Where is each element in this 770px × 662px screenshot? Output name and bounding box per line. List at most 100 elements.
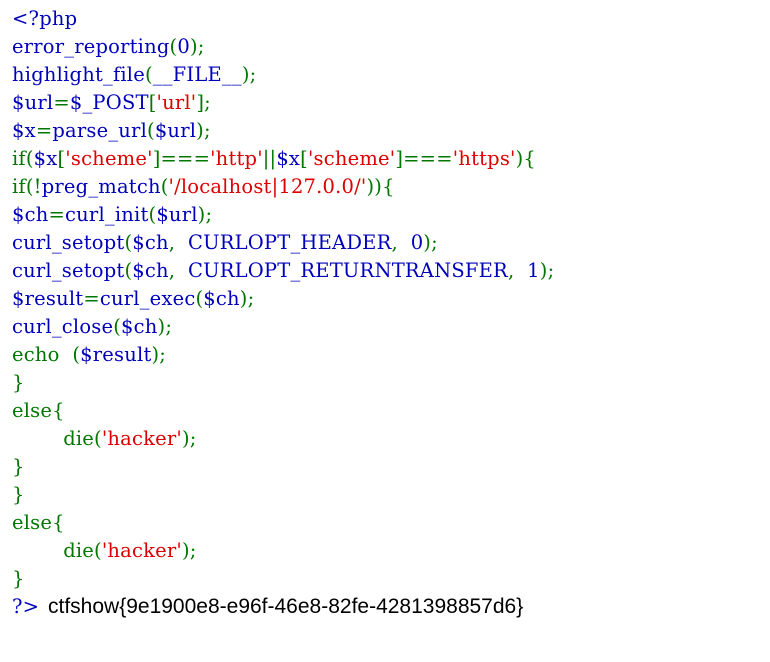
code-line: $ch=curl_init($url); (12, 201, 554, 229)
code-line: echo ($result); (12, 341, 554, 369)
code-token-keyword: ]; (196, 91, 211, 114)
code-token-default: curl_init (65, 203, 149, 226)
code-token-default: $result (80, 343, 152, 366)
code-token-keyword: ); (157, 315, 173, 338)
code-token-keyword: , (391, 231, 411, 254)
code-token-string: '/localhost|127.0.0/' (168, 175, 367, 198)
code-token-string: 'http' (210, 147, 263, 170)
code-token-default: $x (12, 119, 36, 142)
code-token-keyword: = (83, 287, 100, 310)
code-token-keyword: ( (144, 63, 153, 86)
code-token-keyword: ( (160, 175, 169, 198)
code-token-default: 0 (177, 35, 190, 58)
code-token-default: error_reporting (12, 35, 170, 58)
code-line: curl_close($ch); (12, 313, 554, 341)
code-token-default: 1 (527, 259, 540, 282)
code-line: } (12, 481, 554, 509)
code-token-default: $ch (203, 287, 240, 310)
code-line: highlight_file(__FILE__); (12, 61, 554, 89)
code-token-keyword: die( (12, 427, 102, 450)
code-token-keyword: || (262, 147, 277, 170)
code-line: if(!preg_match('/localhost|127.0.0/')){ (12, 173, 554, 201)
code-line: } (12, 369, 554, 397)
code-token-keyword: if(! (12, 175, 42, 198)
code-token-default: $ch (121, 315, 158, 338)
code-token-keyword: } (12, 567, 25, 590)
code-token-keyword: , (507, 259, 528, 282)
code-token-keyword: ]=== (395, 147, 453, 170)
code-line: error_reporting(0); (12, 33, 554, 61)
code-token-default: highlight_file (12, 63, 145, 86)
code-token-keyword: else{ (12, 399, 65, 422)
code-token-default: $ch (132, 231, 169, 254)
code-token-string: 'url' (156, 91, 197, 114)
code-token-keyword: ); (241, 63, 257, 86)
code-token-keyword: ); (181, 427, 197, 450)
code-line: <?php (12, 5, 554, 33)
code-token-default: CURLOPT_HEADER (187, 231, 392, 254)
code-token-default: $url (12, 91, 54, 114)
code-token-default: $_POST (69, 91, 149, 114)
code-token-default: <?php (12, 7, 78, 30)
code-token-keyword: ]=== (152, 147, 211, 170)
code-token-default: preg_match (41, 175, 161, 198)
code-token-default: $result (12, 287, 84, 310)
code-token-default: $url (154, 119, 197, 142)
code-token-string: 'hacker' (101, 539, 182, 562)
code-line: else{ (12, 397, 554, 425)
code-line: die('hacker'); (12, 425, 554, 453)
code-token-string: 'hacker' (101, 427, 182, 450)
code-token-default: curl_setopt (12, 231, 125, 254)
code-token-default: $x (33, 147, 58, 170)
code-token-keyword: ); (539, 259, 555, 282)
page: <?php error_reporting(0); highlight_file(_… (0, 0, 770, 662)
code-line: else{ (12, 509, 554, 537)
code-token-keyword: ); (197, 203, 213, 226)
code-line: } (12, 453, 554, 481)
code-token-keyword: = (35, 119, 53, 142)
code-token-keyword: die( (12, 539, 102, 562)
code-token-keyword: , (168, 231, 188, 254)
code-token-keyword: if( (12, 147, 34, 170)
code-token-keyword: echo ( (12, 343, 81, 366)
code-token-keyword: = (53, 91, 70, 114)
code-token-keyword: } (12, 455, 25, 478)
code-token-keyword: = (48, 203, 66, 226)
code-token-keyword: ); (196, 119, 211, 142)
code-token-keyword: ( (147, 119, 155, 142)
code-token-keyword: ){ (515, 147, 537, 170)
code-token-keyword: else{ (12, 511, 65, 534)
code-token-keyword: )){ (366, 175, 395, 198)
php-source-code: <?php error_reporting(0); highlight_file(_… (12, 5, 554, 621)
code-token-string: 'scheme' (307, 147, 396, 170)
code-line: curl_setopt($ch, CURLOPT_RETURNTRANSFER,… (12, 257, 554, 285)
code-line: curl_setopt($ch, CURLOPT_HEADER, 0); (12, 229, 554, 257)
code-token-default: curl_setopt (12, 259, 125, 282)
code-token-keyword: ); (151, 343, 167, 366)
code-token-keyword: ); (189, 35, 205, 58)
script-output-flag: ctfshow{9e1900e8-e96f-46e8-82fe-42813988… (48, 595, 524, 618)
code-token-default: curl_exec (99, 287, 196, 310)
code-token-default: $ch (12, 203, 49, 226)
code-token-default: parse_url (52, 119, 148, 142)
code-token-keyword: ( (113, 315, 122, 338)
code-token-keyword: ); (239, 287, 255, 310)
code-token-keyword: } (12, 371, 25, 394)
code-token-keyword: ); (423, 231, 438, 254)
code-line: $url=$_POST['url']; (12, 89, 554, 117)
code-token-default: 0 (410, 231, 424, 254)
code-token-default: $url (156, 203, 198, 226)
code-line: if($x['scheme']==='http'||$x['scheme']==… (12, 145, 554, 173)
code-token-string: 'https' (452, 147, 516, 170)
code-token-default: CURLOPT_RETURNTRANSFER (187, 259, 508, 282)
code-token-keyword: } (12, 483, 25, 506)
code-token-string: 'scheme' (65, 147, 153, 170)
code-token-default: ?> (12, 595, 40, 618)
code-token-keyword: [ (148, 91, 157, 114)
code-token-default: $x (276, 147, 301, 170)
code-token-keyword: [ (300, 147, 308, 170)
code-token-keyword: ); (181, 539, 197, 562)
code-token-default: curl_close (12, 315, 114, 338)
code-token-keyword: , (168, 259, 188, 282)
code-line: $result=curl_exec($ch); (12, 285, 554, 313)
